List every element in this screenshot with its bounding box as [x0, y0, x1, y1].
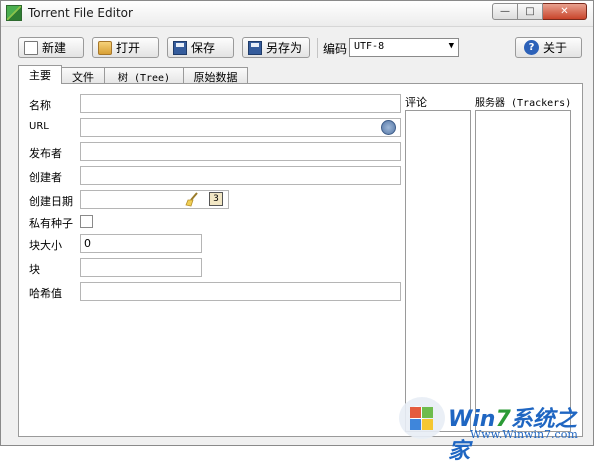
pieces-field[interactable]	[80, 258, 202, 277]
tab-main-label: 主要	[29, 69, 51, 82]
private-torrent-checkbox[interactable]	[80, 215, 93, 228]
open-button-label: 打开	[116, 41, 141, 55]
encoding-label: 编码	[323, 42, 348, 56]
toolbar: 新建 打开 保存 另存为 编码 UTF-8 ▼ ? 关于	[18, 37, 583, 59]
logo-blue-quad	[410, 419, 421, 430]
tab-files[interactable]: 文件	[61, 67, 105, 84]
save-as-button[interactable]: 另存为	[242, 37, 310, 58]
save-button-label: 保存	[191, 41, 216, 55]
logo-red-quad	[410, 407, 421, 418]
floppy-save-as-icon	[248, 40, 262, 55]
private-torrent-label: 私有种子	[29, 217, 73, 230]
tab-raw-data[interactable]: 原始数据	[183, 67, 248, 84]
calendar-icon[interactable]: 3	[209, 192, 223, 206]
chevron-down-icon: ▼	[448, 41, 454, 51]
save-button[interactable]: 保存	[167, 37, 234, 58]
created-date-label: 创建日期	[29, 195, 73, 208]
minimize-button[interactable]: —	[492, 3, 518, 20]
publisher-field[interactable]	[80, 142, 401, 161]
creator-field[interactable]	[80, 166, 401, 185]
hash-label: 哈希值	[29, 287, 62, 300]
about-button-label: 关于	[543, 41, 568, 55]
close-icon: ✕	[560, 6, 569, 17]
created-date-field[interactable]	[80, 190, 229, 209]
about-button[interactable]: ? 关于	[515, 37, 582, 58]
url-label: URL	[29, 121, 49, 132]
close-button[interactable]: ✕	[543, 3, 587, 20]
folder-open-icon	[98, 40, 112, 55]
tab-tree[interactable]: 树 (Tree)	[104, 67, 184, 84]
piece-size-label: 块大小	[29, 239, 62, 252]
name-label: 名称	[29, 99, 51, 112]
window-controls: — □ ✕	[492, 3, 587, 20]
name-field[interactable]	[80, 94, 401, 113]
url-field[interactable]	[80, 118, 401, 137]
encoding-value: UTF-8	[354, 41, 385, 52]
new-button[interactable]: 新建	[18, 37, 84, 58]
piece-size-field[interactable]: 0	[80, 234, 202, 253]
open-button[interactable]: 打开	[92, 37, 159, 58]
floppy-save-icon	[173, 40, 187, 55]
comments-textarea[interactable]	[405, 110, 471, 432]
title-bar[interactable]: Torrent File Editor — □ ✕	[1, 1, 593, 27]
window-title: Torrent File Editor	[28, 6, 133, 20]
help-icon: ?	[524, 40, 539, 55]
logo-green-quad	[422, 407, 433, 418]
globe-icon[interactable]	[381, 120, 396, 135]
trackers-title-text: 服务器 (Trackers)	[475, 98, 572, 109]
minimize-icon: —	[500, 6, 510, 17]
pieces-label: 块	[29, 263, 40, 276]
trackers-textarea[interactable]	[475, 110, 571, 432]
clear-broom-icon[interactable]	[185, 191, 201, 207]
watermark-url: Www.Winwin7.com	[470, 428, 578, 441]
trackers-title: 服务器 (Trackers)	[475, 94, 571, 109]
watermark-windows-logo	[399, 397, 445, 439]
main-window: Torrent File Editor — □ ✕ 新建 打开 保存 另存为 编…	[0, 0, 594, 464]
creator-label: 创建者	[29, 171, 62, 184]
tab-main[interactable]: 主要	[18, 65, 62, 84]
save-as-button-label: 另存为	[266, 41, 303, 55]
maximize-button[interactable]: □	[518, 3, 543, 20]
comments-title: 评论	[405, 96, 427, 109]
toolbar-separator	[317, 38, 318, 58]
new-file-icon	[24, 40, 38, 55]
app-logo-icon	[6, 5, 22, 21]
encoding-select[interactable]: UTF-8 ▼	[349, 38, 459, 57]
maximize-icon: □	[525, 6, 535, 17]
hash-field[interactable]	[80, 282, 401, 301]
publisher-label: 发布者	[29, 147, 62, 160]
logo-yellow-quad	[422, 419, 433, 430]
tab-panel-main: 名称 URL 发布者 创建者 创建日期 3 私有种子 块大小 0 块 哈希值 评…	[18, 83, 583, 437]
new-button-label: 新建	[42, 41, 67, 55]
